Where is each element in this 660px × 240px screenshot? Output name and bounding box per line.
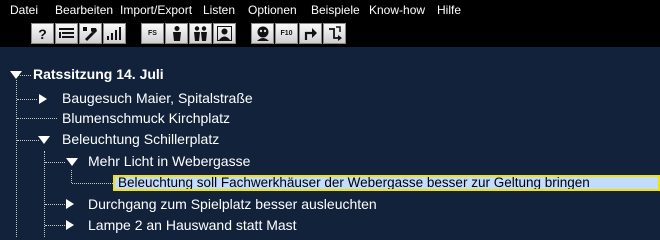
menu-know-how[interactable]: Know-how <box>369 3 425 17</box>
tree-item-label[interactable]: Blumenschmuck Kirchplatz <box>62 110 230 126</box>
return-up-arrow-icon <box>304 28 317 40</box>
menu-hilfe[interactable]: Hilfe <box>437 3 461 17</box>
fs-button[interactable]: FS <box>141 23 164 44</box>
f10-button[interactable]: F10 <box>275 23 298 44</box>
menu-listen[interactable]: Listen <box>203 3 235 17</box>
collapse-toggle-icon[interactable] <box>10 71 22 79</box>
tree-connector <box>45 225 65 226</box>
help-button[interactable]: ? <box>31 23 54 44</box>
tree-connector <box>17 99 37 100</box>
move-button[interactable] <box>323 23 346 44</box>
tree-connector <box>17 118 57 119</box>
tree-connector <box>17 140 39 141</box>
move-up-button[interactable] <box>299 23 322 44</box>
list-view-button[interactable] <box>55 23 78 44</box>
person-icon <box>172 26 181 41</box>
tree-item-label[interactable]: Lampe 2 an Hauswand statt Mast <box>88 217 297 233</box>
profile-button[interactable] <box>251 23 274 44</box>
tree-item-label[interactable]: Mehr Licht in Webergasse <box>88 153 250 169</box>
menu-optionen[interactable]: Optionen <box>248 3 297 17</box>
tree-item-label[interactable]: Baugesuch Maier, Spitalstraße <box>62 90 253 106</box>
group-button[interactable] <box>189 23 212 44</box>
f10-label: F10 <box>280 30 293 37</box>
levels-button[interactable] <box>103 23 126 44</box>
fs-label: FS <box>148 30 157 37</box>
collapse-toggle-icon[interactable] <box>66 158 78 166</box>
collapse-toggle-icon[interactable] <box>38 136 50 144</box>
tools-icon <box>83 26 97 41</box>
tree-connector <box>45 162 65 163</box>
tree-guide-line <box>16 80 17 237</box>
tree-connector <box>45 204 65 205</box>
tree-item-label[interactable]: Beleuchtung Schillerplatz <box>62 131 219 147</box>
expand-toggle-icon[interactable] <box>66 220 74 230</box>
menu-import-export[interactable]: Import/Export <box>120 3 192 17</box>
tree-root-label[interactable]: Ratssitzung 14. Juli <box>33 66 164 82</box>
menu-beispiele[interactable]: Beispiele <box>311 3 360 17</box>
menu-datei[interactable]: Datei <box>10 3 38 17</box>
group-icon <box>194 26 207 41</box>
help-icon: ? <box>38 25 47 42</box>
tree-item-label[interactable]: Durchgang zum Spielplatz besser ausleuch… <box>88 196 377 212</box>
tree-connector <box>72 183 113 184</box>
move-arrows-icon <box>328 26 342 41</box>
menu-bar: Datei Bearbeiten Import/Export Listen Op… <box>0 0 660 20</box>
expand-toggle-icon[interactable] <box>39 94 47 104</box>
contact-button[interactable] <box>213 23 236 44</box>
tree-item-selected[interactable]: Beleuchtung soll Fachwerkhäuser der Webe… <box>113 175 660 191</box>
expand-toggle-icon[interactable] <box>66 199 74 209</box>
bar-levels-icon <box>107 27 121 40</box>
tools-button[interactable] <box>79 23 102 44</box>
contact-card-icon <box>217 26 232 41</box>
menu-bearbeiten[interactable]: Bearbeiten <box>55 3 113 17</box>
face-icon <box>256 26 269 41</box>
toolbar: ? FS F10 <box>0 20 660 47</box>
list-icon <box>59 28 74 38</box>
person-button[interactable] <box>165 23 188 44</box>
outline-tree: Ratssitzung 14. Juli Baugesuch Maier, Sp… <box>0 47 660 237</box>
tree-guide-line <box>71 170 72 183</box>
